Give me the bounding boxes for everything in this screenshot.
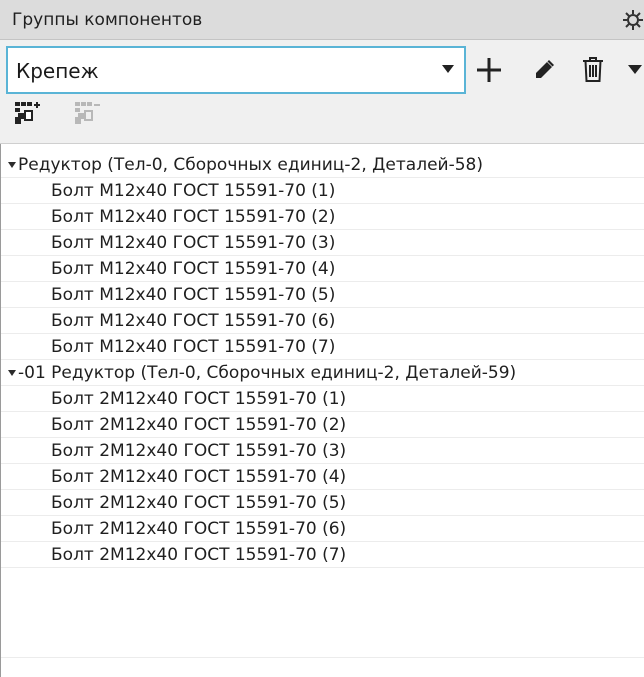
component-label: Болт М12х40 ГОСТ 15591-70 (1) xyxy=(51,181,336,201)
add-components-to-group-icon[interactable] xyxy=(14,101,40,125)
panel-toolbar: Крепеж xyxy=(0,40,644,144)
tree-item-row[interactable]: Болт М12х40 ГОСТ 15591-70 (3) xyxy=(0,230,644,256)
tree-item-row[interactable]: Болт 2М12х40 ГОСТ 15591-70 (3) xyxy=(0,438,644,464)
component-label: Болт М12х40 ГОСТ 15591-70 (5) xyxy=(51,285,336,305)
tree-group-row[interactable]: -01 Редуктор (Тел-0, Сборочных единиц-2,… xyxy=(0,360,644,386)
tree-item-row[interactable]: Болт 2М12х40 ГОСТ 15591-70 (2) xyxy=(0,412,644,438)
component-label: Болт 2М12х40 ГОСТ 15591-70 (6) xyxy=(51,519,347,539)
group-label: -01 Редуктор (Тел-0, Сборочных единиц-2,… xyxy=(18,363,517,383)
tree-item-row[interactable]: Болт М12х40 ГОСТ 15591-70 (1) xyxy=(0,178,644,204)
component-label: Болт М12х40 ГОСТ 15591-70 (2) xyxy=(51,207,336,227)
component-label: Болт М12х40 ГОСТ 15591-70 (6) xyxy=(51,311,336,331)
tree-item-row[interactable]: Болт М12х40 ГОСТ 15591-70 (2) xyxy=(0,204,644,230)
plus-icon[interactable] xyxy=(476,57,502,83)
remove-components-from-group-icon[interactable] xyxy=(74,101,100,125)
expand-triangle-icon[interactable] xyxy=(8,370,16,376)
tree-group-row[interactable]: Редуктор (Тел-0, Сборочных единиц-2, Дет… xyxy=(0,152,644,178)
group-select[interactable]: Крепеж xyxy=(6,46,466,94)
panel-header: Группы компонентов xyxy=(0,0,644,40)
component-label: Болт 2М12х40 ГОСТ 15591-70 (1) xyxy=(51,389,347,409)
component-label: Болт М12х40 ГОСТ 15591-70 (7) xyxy=(51,337,336,357)
tree-end-divider xyxy=(0,657,644,658)
pencil-icon[interactable] xyxy=(534,60,554,80)
component-label: Болт 2М12х40 ГОСТ 15591-70 (5) xyxy=(51,493,347,513)
component-groups-panel: Группы компонентов Крепеж Редуктор (Тел-… xyxy=(0,0,644,677)
tree-item-row[interactable]: Болт М12х40 ГОСТ 15591-70 (7) xyxy=(0,334,644,360)
panel-title: Группы компонентов xyxy=(12,10,203,30)
group-select-value: Крепеж xyxy=(16,59,99,83)
component-tree: Редуктор (Тел-0, Сборочных единиц-2, Дет… xyxy=(0,144,644,677)
component-label: Болт 2М12х40 ГОСТ 15591-70 (3) xyxy=(51,441,347,461)
tree-item-row[interactable]: Болт 2М12х40 ГОСТ 15591-70 (1) xyxy=(0,386,644,412)
tree-item-row[interactable]: Болт 2М12х40 ГОСТ 15591-70 (6) xyxy=(0,516,644,542)
tree-item-row[interactable]: Болт М12х40 ГОСТ 15591-70 (6) xyxy=(0,308,644,334)
component-label: Болт 2М12х40 ГОСТ 15591-70 (7) xyxy=(51,545,347,565)
tree-left-border xyxy=(0,144,1,677)
tree-item-row[interactable]: Болт 2М12х40 ГОСТ 15591-70 (7) xyxy=(0,542,644,568)
chevron-down-icon[interactable] xyxy=(442,65,454,73)
trash-icon[interactable] xyxy=(582,56,604,82)
tree-item-row[interactable]: Болт М12х40 ГОСТ 15591-70 (5) xyxy=(0,282,644,308)
tree-item-row[interactable]: Болт М12х40 ГОСТ 15591-70 (4) xyxy=(0,256,644,282)
tree-item-row[interactable]: Болт 2М12х40 ГОСТ 15591-70 (5) xyxy=(0,490,644,516)
component-label: Болт М12х40 ГОСТ 15591-70 (4) xyxy=(51,259,336,279)
expand-triangle-icon[interactable] xyxy=(8,162,16,168)
group-label: Редуктор (Тел-0, Сборочных единиц-2, Дет… xyxy=(18,155,483,175)
tree-item-row[interactable]: Болт 2М12х40 ГОСТ 15591-70 (4) xyxy=(0,464,644,490)
component-label: Болт М12х40 ГОСТ 15591-70 (3) xyxy=(51,233,336,253)
dropdown-arrow-icon[interactable] xyxy=(628,65,642,75)
component-label: Болт 2М12х40 ГОСТ 15591-70 (4) xyxy=(51,467,347,487)
component-label: Болт 2М12х40 ГОСТ 15591-70 (2) xyxy=(51,415,347,435)
gear-icon[interactable] xyxy=(622,9,644,31)
